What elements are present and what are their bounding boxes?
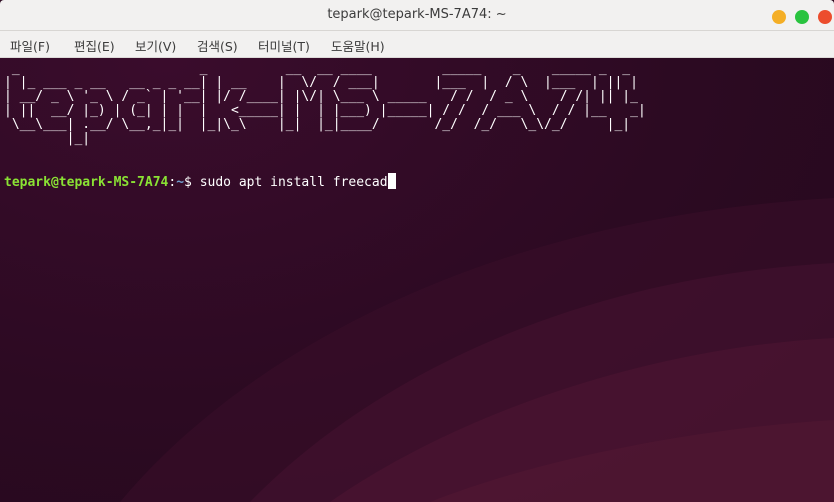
command-text: sudo apt install freecad (199, 175, 388, 190)
prompt-symbol: $ (184, 175, 200, 190)
menu-help[interactable]: 도움말(H) (331, 36, 385, 55)
menu-terminal[interactable]: 터미널(T) (258, 36, 310, 55)
ascii-hostname-banner: _ _ __ __ ____ _____ _ _____ _ _ | |_ __… (4, 61, 646, 146)
menu-bar: 파일(F) 편집(E) 보기(V) 검색(S) 터미널(T) 도움말(H) (0, 31, 834, 58)
menu-edit[interactable]: 편집(E) (74, 36, 115, 55)
terminal-window: tepark@tepark-MS-7A74: ~ 파일(F) 편집(E) 보기(… (0, 0, 834, 502)
maximize-button[interactable] (795, 10, 809, 24)
prompt-user-host: tepark@tepark-MS-7A74 (4, 175, 169, 190)
terminal-area[interactable]: _ _ __ __ ____ _____ _ _____ _ _ | |_ __… (0, 58, 834, 502)
window-title: tepark@tepark-MS-7A74: ~ (327, 7, 507, 22)
prompt-path: ~ (176, 175, 185, 190)
command-prompt-line[interactable]: tepark@tepark-MS-7A74:~$ sudo apt instal… (4, 173, 396, 191)
text-cursor (387, 173, 396, 189)
menu-view[interactable]: 보기(V) (135, 36, 176, 55)
menu-file[interactable]: 파일(F) (10, 36, 50, 55)
title-bar[interactable]: tepark@tepark-MS-7A74: ~ (0, 0, 834, 31)
close-button[interactable] (818, 10, 832, 24)
minimize-button[interactable] (772, 10, 786, 24)
menu-search[interactable]: 검색(S) (197, 36, 238, 55)
